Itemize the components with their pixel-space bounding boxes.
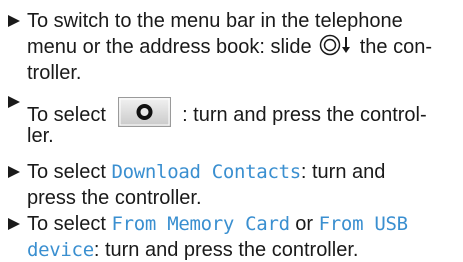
instruction-page: To switch to the menu bar in the telepho…	[0, 0, 463, 262]
bullet-arrow-icon	[7, 8, 21, 34]
step-3-line-1b: : turn and	[300, 161, 386, 183]
controller-slide-down-icon	[319, 34, 353, 63]
from-usb-term: From USB	[318, 213, 408, 235]
step-2-line-2: ler.	[27, 125, 54, 147]
step-1-line-1: To switch to the menu bar in the telepho…	[27, 10, 403, 32]
step-4-or: or	[295, 213, 314, 235]
device-term: device	[27, 239, 94, 261]
step-1-line-3: troller.	[27, 62, 82, 84]
bullet-arrow-icon	[7, 159, 21, 185]
step-3-line-2: press the controller.	[27, 187, 202, 209]
step-3-line-1a: To select	[27, 161, 106, 183]
bullet-arrow-icon	[7, 89, 21, 115]
step-4: To select From Memory Card or From USB d…	[7, 211, 457, 262]
step-2-line-1b: : turn and press the control-	[182, 104, 427, 126]
step-4-line-1a: To select	[27, 213, 106, 235]
bullet-arrow-icon	[7, 211, 21, 237]
step-1-line-2b: the con-	[359, 36, 432, 58]
step-1-line-2a: menu or the address book: slide	[27, 36, 312, 58]
step-2: To select: turn and press the control- …	[7, 96, 457, 149]
menu-symbol-button-icon	[117, 97, 171, 127]
step-4-line-2: : turn and press the controller.	[93, 239, 359, 261]
download-contacts-term: Download Contacts	[111, 161, 302, 183]
from-memory-card-term: From Memory Card	[111, 213, 291, 235]
step-3: To select Download Contacts: turn and pr…	[7, 159, 457, 211]
step-1: To switch to the menu bar in the telepho…	[7, 8, 457, 86]
